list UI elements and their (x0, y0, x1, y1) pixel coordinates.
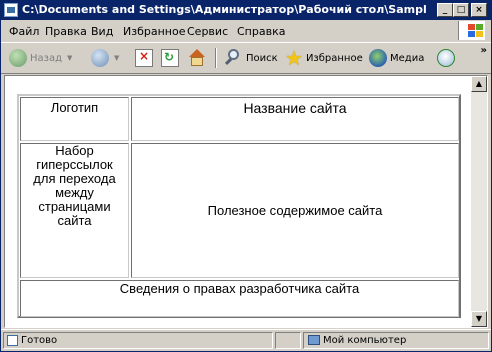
home-button[interactable] (187, 47, 207, 69)
my-computer-icon (308, 335, 320, 345)
zone-panel: Мой компьютер (303, 332, 489, 349)
menu-help[interactable]: Справка (237, 25, 285, 38)
window-title: C:\Documents and Settings\Администратор\… (22, 3, 427, 16)
toolbar: Назад ▼ ▼ × ↻ Поиск ★ Избранное Медиа » (1, 43, 491, 74)
minimize-button[interactable]: _ (437, 3, 453, 17)
menu-file[interactable]: Файл (9, 25, 39, 38)
page-done-icon (7, 335, 18, 346)
site-name-cell: Название сайта (131, 97, 459, 141)
footer-cell: Сведения о правах разработчика сайта (20, 280, 459, 317)
navigation-text: Набор гиперссылок для перехода между стр… (33, 143, 116, 228)
maximize-button[interactable]: □ (453, 3, 469, 17)
ie-page-icon (4, 3, 18, 17)
toolbar-overflow-chevron[interactable]: » (481, 45, 487, 56)
browser-window: C:\Documents and Settings\Администратор\… (0, 0, 492, 352)
page-viewport: Логотип Название сайта Набор гиперссылок… (4, 75, 488, 328)
favorites-star-icon: ★ (285, 46, 303, 70)
media-button[interactable]: Медиа (369, 47, 424, 69)
status-empty-panel (275, 332, 301, 349)
menu-bar: Файл Правка Вид Избранное Сервис Справка (1, 20, 491, 43)
forward-button[interactable]: ▼ (91, 47, 119, 69)
back-button[interactable]: Назад ▼ (9, 47, 72, 69)
menu-favorites[interactable]: Избранное (123, 25, 185, 38)
favorites-button[interactable]: ★ Избранное (285, 47, 363, 69)
zone-text: Мой компьютер (323, 335, 407, 346)
logo-cell: Логотип (20, 97, 129, 141)
toolbar-separator (215, 48, 217, 68)
scroll-up-icon[interactable]: ▲ (471, 76, 487, 92)
history-button[interactable] (437, 47, 455, 69)
forward-dropdown-icon[interactable]: ▼ (114, 54, 119, 62)
status-text: Готово (21, 335, 58, 346)
back-dropdown-icon[interactable]: ▼ (67, 54, 72, 62)
forward-arrow-icon (91, 49, 109, 67)
refresh-button[interactable]: ↻ (161, 47, 179, 69)
menu-edit[interactable]: Правка (45, 25, 87, 38)
navigation-cell: Набор гиперссылок для перехода между стр… (20, 143, 129, 278)
back-label: Назад (30, 52, 63, 64)
back-arrow-icon (9, 49, 27, 67)
main-content-cell: Полезное содержимое сайта (131, 143, 459, 278)
menu-view[interactable]: Вид (91, 25, 113, 38)
stop-button[interactable]: × (135, 47, 153, 69)
scroll-down-icon[interactable]: ▼ (471, 311, 487, 327)
media-globe-icon (369, 49, 387, 67)
stop-icon: × (135, 49, 153, 67)
search-label: Поиск (246, 52, 278, 64)
title-bar[interactable]: C:\Documents and Settings\Администратор\… (1, 1, 491, 20)
layout-table: Логотип Название сайта Набор гиперссылок… (17, 94, 461, 318)
web-page: Логотип Название сайта Набор гиперссылок… (5, 76, 471, 327)
vertical-scrollbar[interactable]: ▲ ▼ (471, 76, 487, 327)
refresh-icon: ↻ (161, 49, 179, 67)
media-label: Медиа (390, 52, 425, 64)
search-button[interactable]: Поиск (223, 47, 278, 69)
history-clock-icon (437, 49, 455, 67)
status-bar: Готово Мой компьютер (1, 329, 491, 351)
search-icon (223, 48, 243, 68)
status-panel: Готово (3, 332, 273, 349)
favorites-label: Избранное (305, 52, 363, 64)
menu-tools[interactable]: Сервис (187, 25, 228, 38)
home-icon (187, 49, 207, 67)
windows-logo-icon (458, 21, 485, 40)
close-button[interactable]: × (471, 3, 487, 17)
